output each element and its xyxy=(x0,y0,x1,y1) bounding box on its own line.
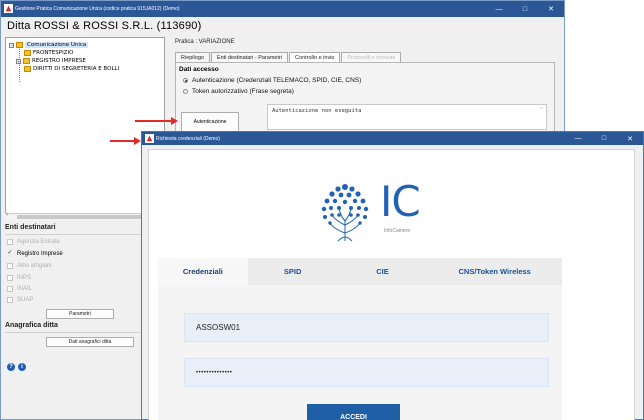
info-icon[interactable]: i xyxy=(18,363,26,371)
radio-label: Autenticazione (Credenziali TELEMACO, SP… xyxy=(192,77,362,84)
desktop: Gestione Pratica Comunicazione Unica (co… xyxy=(0,0,644,420)
checkbox[interactable] xyxy=(7,286,13,292)
checkbox-label: Albo artigiani xyxy=(17,263,52,269)
red-arrow-annotation xyxy=(110,137,141,145)
username-input[interactable]: ASSOSW01 xyxy=(184,313,549,342)
login-tabs: Credenziali SPID CIE CNS/Token Wireless xyxy=(158,258,562,285)
anagrafica-label: Anagrafica ditta xyxy=(5,322,58,329)
maximize-icon[interactable]: □ xyxy=(591,132,617,145)
password-input[interactable]: •••••••••••••• xyxy=(184,358,549,387)
tab-protocolli[interactable]: Protocolli e ricevute xyxy=(341,52,402,62)
checkbox-agenzia-entrate[interactable]: Agenzia Entrate xyxy=(7,239,60,245)
enti-label: Enti destinatari xyxy=(5,224,56,231)
autenticazione-button[interactable]: Autenticazione xyxy=(181,112,239,132)
auth-status-box: Autenticazione non eseguita ⌃ xyxy=(267,104,547,130)
close-icon[interactable]: ✕ xyxy=(538,1,564,17)
radio-button[interactable] xyxy=(183,78,188,83)
checkbox-inail[interactable]: INAIL xyxy=(7,286,32,292)
radio-label: Token autorizzativo (Frase segreta) xyxy=(192,88,294,95)
main-tabs: Riepilogo Enti destinatari - Parametri C… xyxy=(175,52,402,62)
minimize-icon[interactable]: — xyxy=(486,1,512,17)
radio-token[interactable]: Token autorizzativo (Frase segreta) xyxy=(183,88,294,95)
main-window-title: Gestione Pratica Comunicazione Unica (co… xyxy=(15,6,180,12)
checkbox-suap[interactable]: SUAP xyxy=(7,297,33,303)
folder-icon xyxy=(16,42,23,48)
login-window-title: Richiesta credenziali (Demo) xyxy=(156,135,220,142)
login-window: Richiesta credenziali (Demo) — □ ✕ IC In… xyxy=(141,131,644,420)
checkbox-label: SUAP xyxy=(17,297,34,303)
document-icon xyxy=(23,58,30,64)
checkbox-label: Agenzia Entrate xyxy=(17,239,60,245)
pratica-label: Pratica : VARIAZIONE xyxy=(175,39,235,45)
credentials-form: ASSOSW01 •••••••••••••• ACCEDI xyxy=(158,285,562,420)
checkbox[interactable] xyxy=(7,297,13,303)
login-titlebar[interactable]: Richiesta credenziali (Demo) — □ ✕ xyxy=(142,132,643,145)
tree-root[interactable]: − Comunicazione Unica xyxy=(9,42,89,48)
divider xyxy=(5,332,161,333)
page-title: Ditta ROSSI & ROSSI S.R.L. (113690) xyxy=(7,20,202,32)
radio-autenticazione[interactable]: Autenticazione (Credenziali TELEMACO, SP… xyxy=(183,77,361,84)
tab-riepilogo[interactable]: Riepilogo xyxy=(175,52,210,62)
checkbox[interactable] xyxy=(7,239,13,245)
tree-connector xyxy=(19,49,20,82)
help-icon[interactable]: ? xyxy=(7,363,15,371)
close-icon[interactable]: ✕ xyxy=(617,132,643,145)
checkbox-registro-imprese[interactable]: ✓ Registro Imprese xyxy=(7,250,63,257)
checkbox-label: INAIL xyxy=(17,286,33,292)
check-icon[interactable]: ✓ xyxy=(7,250,13,257)
tab-cns-token[interactable]: CNS/Token Wireless xyxy=(427,258,562,285)
login-content: IC InfoCamere Credenziali SPID CIE CNS/T… xyxy=(148,149,635,420)
expand-icon[interactable]: + xyxy=(16,58,21,64)
tab-credenziali[interactable]: Credenziali xyxy=(158,258,248,285)
tab-enti-parametri[interactable]: Enti destinatari - Parametri xyxy=(210,52,289,62)
tree-item-registro[interactable]: + REGISTRO IMPRESE xyxy=(16,58,86,64)
radio-button[interactable] xyxy=(183,89,188,94)
tree-item-frontespizio[interactable]: FRONTESPIZIO xyxy=(24,50,73,56)
main-titlebar[interactable]: Gestione Pratica Comunicazione Unica (co… xyxy=(1,1,564,17)
infocamere-logo: IC InfoCamere xyxy=(314,181,454,251)
tree-item-diritti[interactable]: DIRITTI DI SEGRETERIA E BOLLI xyxy=(24,66,119,72)
tab-cie[interactable]: CIE xyxy=(338,258,428,285)
tab-controllo-invio[interactable]: Controllo e invio xyxy=(289,52,341,62)
accedi-button[interactable]: ACCEDI xyxy=(307,404,400,420)
scroll-up-icon[interactable]: ⌃ xyxy=(540,107,543,113)
document-icon xyxy=(24,50,31,56)
red-arrow-annotation xyxy=(135,117,178,125)
maximize-icon[interactable]: □ xyxy=(512,1,538,17)
tree-item-label: REGISTRO IMPRESE xyxy=(32,58,86,64)
tree-item-label: FRONTESPIZIO xyxy=(33,50,74,56)
checkbox-label: Registro Imprese xyxy=(17,251,63,257)
app-icon xyxy=(4,4,13,13)
minimize-icon[interactable]: — xyxy=(565,132,591,145)
checkbox[interactable] xyxy=(7,275,13,281)
checkbox-label: INPS xyxy=(17,275,32,281)
auth-status-text: Autenticazione non eseguita xyxy=(272,108,362,114)
scroll-left-icon[interactable]: ‹ xyxy=(6,212,8,218)
logo-text: IC xyxy=(380,177,421,226)
app-icon xyxy=(145,134,154,143)
divider xyxy=(5,234,161,235)
tree-item-label: DIRITTI DI SEGRETERIA E BOLLI xyxy=(33,66,120,72)
document-icon xyxy=(24,66,31,72)
tree-logo-icon xyxy=(321,184,369,242)
tab-spid[interactable]: SPID xyxy=(248,258,338,285)
dati-accesso-label: Dati accesso xyxy=(179,66,219,73)
collapse-icon[interactable]: − xyxy=(9,42,14,48)
checkbox-albo-artigiani[interactable]: Albo artigiani xyxy=(7,263,52,269)
anagrafica-button[interactable]: Dati anagrafici ditta xyxy=(46,337,134,347)
tree-root-label: Comunicazione Unica xyxy=(25,42,89,48)
checkbox[interactable] xyxy=(7,263,13,269)
parametri-button[interactable]: Parametri xyxy=(46,309,114,319)
checkbox-inps[interactable]: INPS xyxy=(7,275,31,281)
logo-subtext: InfoCamere xyxy=(384,228,411,234)
scroll-thumb[interactable] xyxy=(17,215,147,219)
